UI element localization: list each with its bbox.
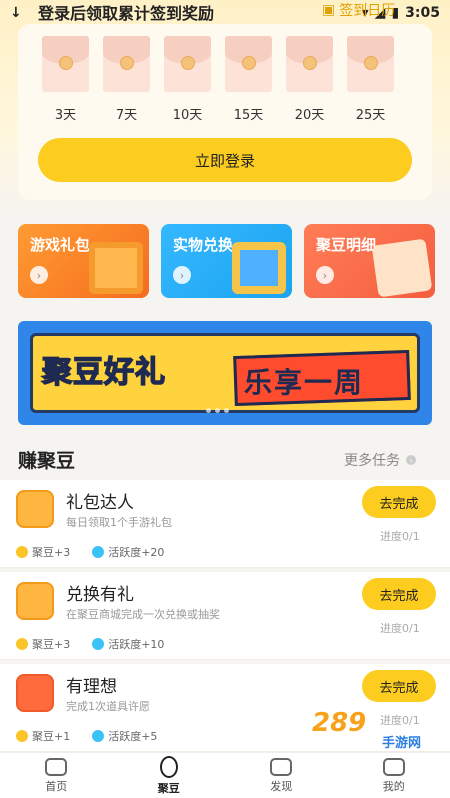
calendar-icon: ▣ (322, 2, 336, 18)
nav-label: 发现 (270, 779, 293, 793)
signin-day: 20天 (286, 36, 333, 123)
signin-day: 3天 (42, 36, 89, 123)
day-label: 20天 (294, 108, 325, 123)
signin-day: 7天 (103, 36, 150, 123)
task-progress: 进度0/1 (380, 530, 420, 543)
signin-day: 10天 (164, 36, 211, 123)
activity-icon (92, 546, 105, 558)
document-icon (371, 238, 433, 298)
day-label: 10天 (172, 108, 203, 123)
calendar-link[interactable]: ▣ 签到日历 (322, 0, 395, 20)
complete-task-button[interactable]: 去完成 (362, 486, 436, 518)
day-label: 25天 (355, 108, 386, 123)
nav-beans[interactable]: 聚豆 (113, 753, 226, 798)
watermark-main: 289 (312, 708, 367, 738)
activity-reward: 活跃度+10 (108, 638, 165, 651)
signin-days: 3天 7天 10天 15天 20天 25天 (42, 36, 394, 123)
activity-reward: 活跃度+20 (108, 546, 165, 559)
signin-day: 25天 (347, 36, 394, 123)
activity-icon (92, 638, 105, 650)
discover-icon (270, 757, 293, 776)
tile-item-exchange[interactable]: 实物兑换 › (161, 224, 292, 298)
nav-label: 首页 (45, 779, 68, 793)
complete-task-button[interactable]: 去完成 (362, 670, 436, 702)
bean-icon (16, 730, 28, 742)
day-label: 3天 (54, 108, 77, 123)
bottom-nav: 首页 聚豆 发现 我的 (0, 752, 450, 798)
signin-day: 15天 (225, 36, 272, 123)
more-tasks-label: 更多任务 (344, 453, 400, 469)
task-desc: 每日领取1个手游礼包 (66, 516, 172, 529)
watermark-sub: 手游网 (382, 736, 422, 751)
nav-discover[interactable]: 发现 (225, 753, 338, 798)
task-row: 礼包达人 每日领取1个手游礼包 聚豆+3 活跃度+20 去完成 进度0/1 (0, 480, 450, 568)
profile-icon (382, 757, 405, 776)
red-envelope-icon (42, 36, 89, 92)
arrow-right-icon: › (316, 266, 334, 284)
chevron-right-icon: › (406, 455, 416, 465)
status-time: 3:05 (405, 5, 440, 21)
wish-icon (16, 674, 54, 712)
task-name: 兑换有礼 (66, 585, 134, 605)
task-row: 兑换有礼 在聚豆商城完成一次兑换或抽奖 聚豆+3 活跃度+10 去完成 进度0/… (0, 572, 450, 660)
nav-label: 我的 (382, 779, 405, 793)
signin-tip: 登录后领取累计签到奖励 (38, 4, 215, 23)
day-label: 15天 (233, 108, 264, 123)
red-envelope-icon (347, 36, 394, 92)
red-envelope-icon (225, 36, 272, 92)
task-progress: 进度0/1 (380, 714, 420, 727)
bean-reward: 聚豆+3 (32, 546, 71, 559)
task-progress: 进度0/1 (380, 622, 420, 635)
arrow-right-icon: › (173, 266, 191, 284)
task-desc: 完成1次道具许愿 (66, 700, 150, 713)
arrow-right-icon: › (30, 266, 48, 284)
task-rewards: 聚豆+3 活跃度+20 (16, 544, 164, 560)
red-envelope-icon (286, 36, 333, 92)
promo-banner[interactable]: 聚豆好礼 乐享一周 (18, 321, 432, 425)
task-name: 礼包达人 (66, 493, 134, 513)
nav-label: 聚豆 (157, 781, 180, 795)
bean-icon (16, 546, 28, 558)
banner-pager (206, 408, 229, 413)
home-icon (45, 757, 68, 776)
red-envelope-icon (164, 36, 211, 92)
more-tasks-link[interactable]: 更多任务 › (344, 450, 416, 470)
bean-reward: 聚豆+1 (32, 730, 71, 743)
nav-mine[interactable]: 我的 (338, 753, 450, 798)
gift-bag-icon (16, 490, 54, 528)
task-rewards: 聚豆+3 活跃度+10 (16, 636, 164, 652)
section-title: 赚聚豆 (18, 450, 76, 472)
calendar-label: 签到日历 (339, 3, 396, 19)
bean-icon (159, 755, 178, 778)
banner-title-right: 乐享一周 (244, 366, 365, 399)
tile-label: 游戏礼包 (30, 236, 91, 254)
task-desc: 在聚豆商城完成一次兑换或抽奖 (66, 608, 220, 621)
tile-label: 聚豆明细 (316, 236, 377, 254)
watermark-logo: 289 手游网 (312, 708, 421, 751)
banner-title-left: 聚豆好礼 (41, 354, 166, 391)
task-name: 有理想 (66, 677, 117, 697)
day-label: 7天 (115, 108, 138, 123)
complete-task-button[interactable]: 去完成 (362, 578, 436, 610)
tile-game-gifts[interactable]: 游戏礼包 › (18, 224, 149, 298)
treasure-box-icon (232, 242, 286, 294)
login-button[interactable]: 立即登录 (38, 138, 412, 182)
bean-icon (16, 638, 28, 650)
bean-reward: 聚豆+3 (32, 638, 71, 651)
activity-reward: 活跃度+5 (108, 730, 158, 743)
gift-box-icon (89, 242, 143, 294)
download-icon: ↓ (10, 5, 22, 21)
activity-icon (92, 730, 105, 742)
red-envelope-icon (103, 36, 150, 92)
bean-exchange-icon (16, 582, 54, 620)
tile-bean-details[interactable]: 聚豆明细 › (304, 224, 435, 298)
shortcut-tiles: 游戏礼包 › 实物兑换 › 聚豆明细 › (18, 224, 435, 298)
signin-card: 3天 7天 10天 15天 20天 25天 立即登录 (18, 24, 432, 200)
task-rewards: 聚豆+1 活跃度+5 (16, 728, 157, 744)
tile-label: 实物兑换 (173, 236, 234, 254)
nav-home[interactable]: 首页 (0, 753, 113, 798)
